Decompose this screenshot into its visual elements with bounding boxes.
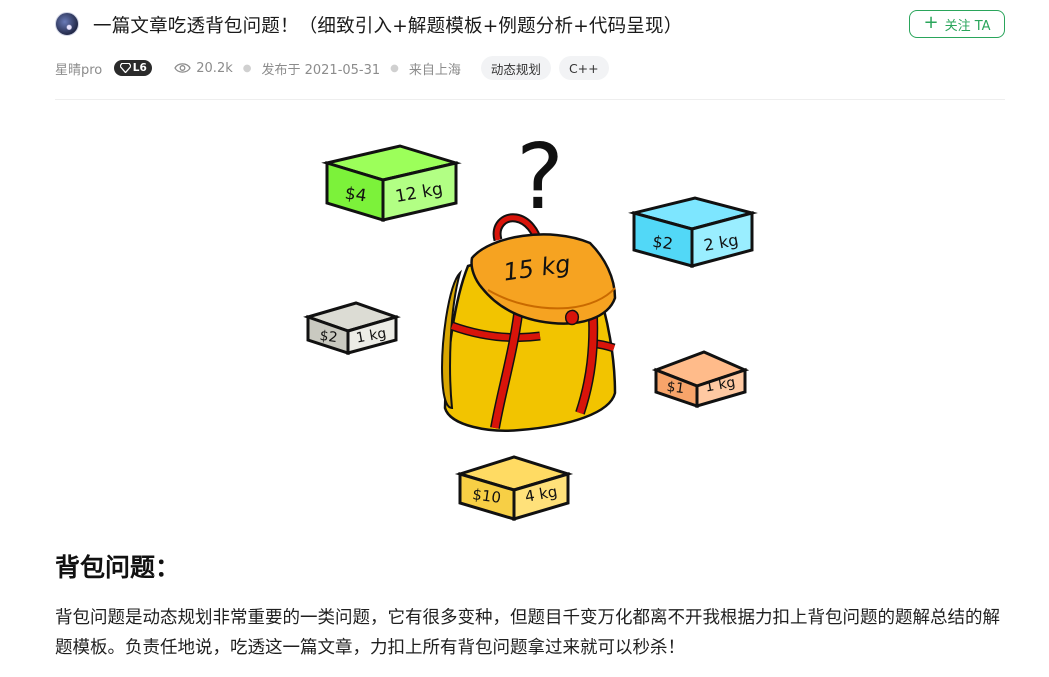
author-name[interactable]: 星晴pro — [55, 59, 102, 78]
tag-cpp[interactable]: C++ — [558, 56, 609, 80]
item-box-yellow: $10 4 kg — [454, 455, 574, 522]
item-box-gray: $2 1 kg — [303, 301, 401, 356]
item-box-orange: $1 1 kg — [651, 350, 750, 409]
plus-icon: + — [923, 12, 939, 33]
follow-button-label: 关注 TA — [944, 18, 991, 34]
knapsack-illustration: ? $4 12 kg $2 2 kg $2 1 kg $1 1 kg $10 4… — [303, 125, 758, 522]
article-meta: 星晴pro L6 20.2k ● 发布于 2021-05-31 ● 来自上海 动… — [55, 56, 609, 80]
level-badge: L6 — [114, 60, 153, 76]
location: 来自上海 — [408, 62, 461, 78]
item-price: $4 — [344, 184, 368, 207]
item-box-blue: $2 2 kg — [628, 196, 758, 268]
separator-dot: ● — [242, 62, 252, 74]
follow-button[interactable]: + 关注 TA — [909, 10, 1005, 38]
publish-date: 发布于 2021-05-31 — [261, 62, 381, 78]
separator-dot: ● — [390, 62, 399, 74]
eye-icon — [174, 63, 192, 73]
item-price: $2 — [319, 328, 339, 346]
article-header: 一篇文章吃透背包问题！（细致引入+解题模板+例题分析+代码呈现） + 关注 TA — [55, 8, 1005, 42]
question-mark: ? — [516, 125, 564, 230]
view-count: 20.2k — [174, 60, 233, 76]
level-label: L6 — [132, 62, 147, 74]
item-price: $1 — [666, 379, 686, 397]
divider — [55, 99, 1005, 100]
article-title: 一篇文章吃透背包问题！（细致引入+解题模板+例题分析+代码呈现） — [93, 16, 683, 37]
diamond-icon — [119, 63, 131, 73]
tag-dynamic-programming[interactable]: 动态规划 — [480, 56, 551, 80]
item-price: $2 — [651, 232, 674, 254]
author-avatar[interactable] — [55, 12, 79, 36]
intro-paragraph: 背包问题是动态规划非常重要的一类问题，它有很多变种，但题目千变万化都离不开我根据… — [55, 608, 1000, 658]
views-value: 20.2k — [196, 60, 233, 76]
section-heading: 背包问题： — [55, 553, 181, 582]
item-box-green: $4 12 kg — [321, 144, 462, 223]
backpack: 15 kg — [441, 213, 617, 432]
